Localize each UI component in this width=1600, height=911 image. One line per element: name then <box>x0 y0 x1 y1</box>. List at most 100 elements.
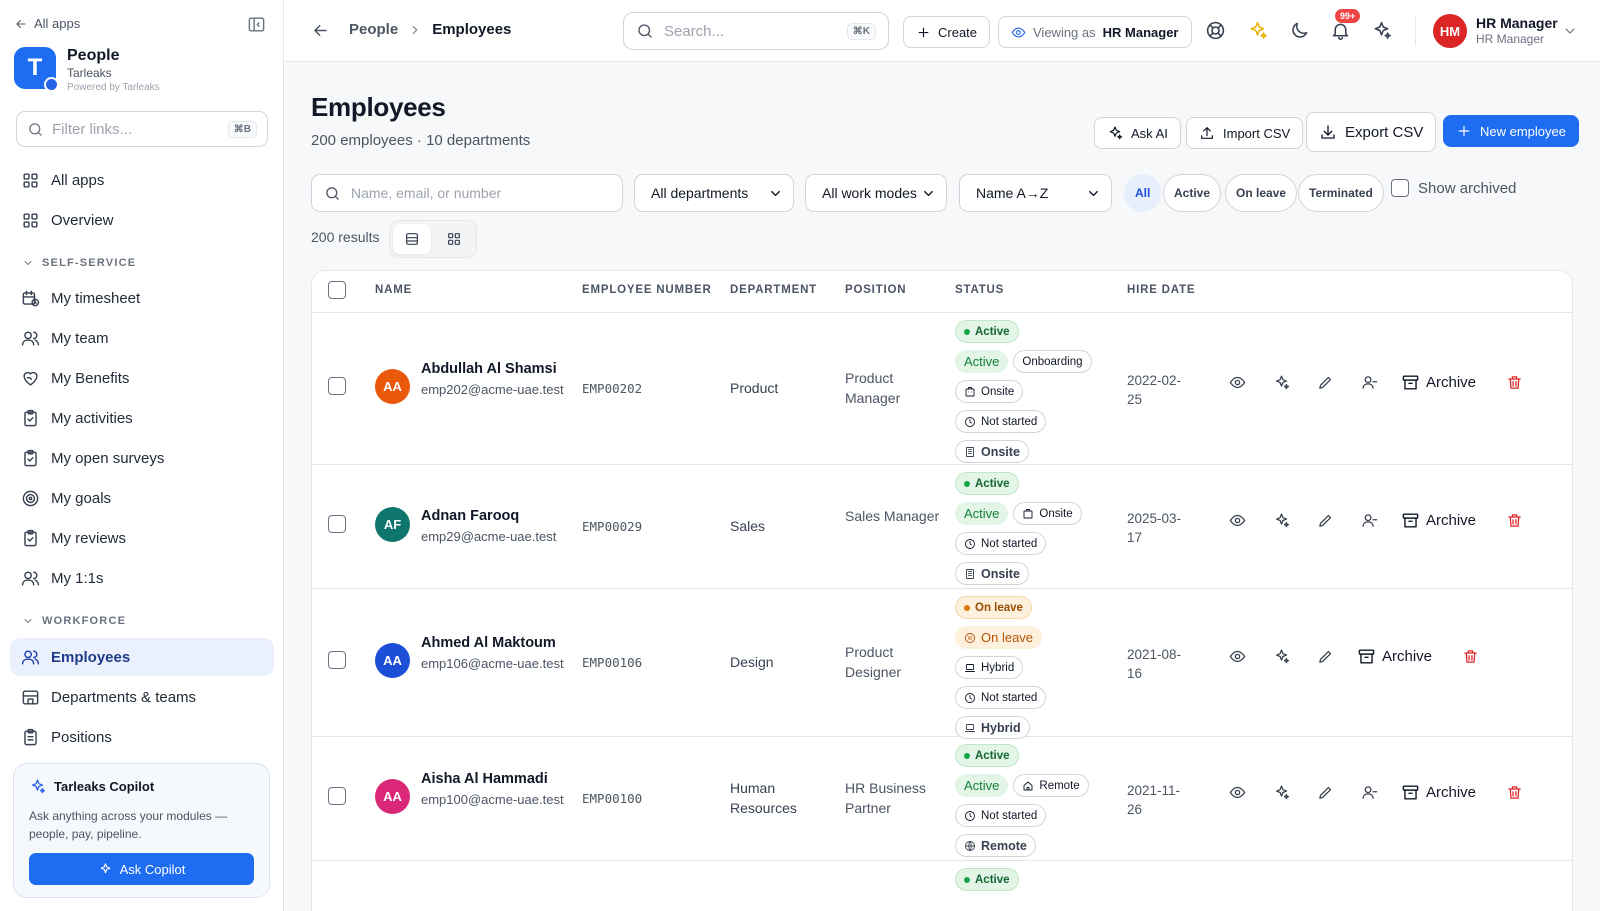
edit-button[interactable] <box>1303 374 1347 391</box>
import-csv-button[interactable]: Import CSV <box>1186 117 1304 149</box>
view-button[interactable] <box>1215 648 1259 665</box>
row-checkbox[interactable] <box>328 515 346 533</box>
table-view-button[interactable] <box>393 224 431 254</box>
create-button[interactable]: Create <box>903 16 991 48</box>
archive-button[interactable]: Archive <box>1357 647 1432 666</box>
dark-mode-toggle[interactable] <box>1289 20 1310 41</box>
work-mode-label: Onsite <box>981 385 1015 398</box>
user-menu-chevron[interactable] <box>1562 23 1578 39</box>
help-button[interactable] <box>1205 20 1226 41</box>
sidebar-item-overview[interactable]: Overview <box>10 201 274 239</box>
status-label: Active <box>975 873 1010 886</box>
delete-button[interactable] <box>1506 784 1523 801</box>
work-mode-select[interactable]: All work modes <box>805 174 947 212</box>
employee-search-input[interactable]: Name, email, or number <box>311 174 623 212</box>
sidebar-item-positions[interactable]: Positions <box>10 718 274 756</box>
header-position[interactable]: POSITION <box>845 284 906 296</box>
sidebar-item-departments-teams[interactable]: Departments & teams <box>10 678 274 716</box>
archive-button[interactable]: Archive <box>1401 783 1476 802</box>
filter-links-input[interactable]: Filter links... ⌘B <box>16 111 268 147</box>
ai-insights-button[interactable] <box>1259 648 1303 665</box>
employee-name[interactable]: Abdullah Al Shamsi <box>421 361 566 377</box>
offboard-button[interactable] <box>1347 512 1391 529</box>
offboard-button[interactable] <box>1347 374 1391 391</box>
employee-name[interactable]: Ahmed Al Maktoum <box>421 635 566 651</box>
employee-name[interactable]: Adnan Farooq <box>421 508 566 524</box>
row-actions: Archive <box>1215 373 1523 392</box>
select-all-checkbox[interactable] <box>328 281 346 299</box>
user-avatar[interactable]: HM <box>1433 14 1467 48</box>
delete-button[interactable] <box>1506 512 1523 529</box>
sidebar-item-my-timesheet[interactable]: My timesheet <box>10 279 274 317</box>
sidebar-item-all-apps[interactable]: All apps <box>10 161 274 199</box>
department-select[interactable]: All departments <box>634 174 794 212</box>
header-hire-date[interactable]: HIRE DATE <box>1127 284 1195 296</box>
collapse-sidebar-button[interactable] <box>247 15 266 34</box>
org-name: Tarleaks <box>67 66 112 80</box>
table-row[interactable]: AA Abdullah Al Shamsi emp202@acme-uae.te… <box>312 313 1572 465</box>
table-row[interactable]: AA Ahmed Al Maktoum emp106@acme-uae.test… <box>312 589 1572 739</box>
show-archived-checkbox[interactable] <box>1391 179 1409 197</box>
table-row[interactable]: Active <box>312 861 1572 911</box>
sidebar-item-employees[interactable]: Employees <box>10 638 274 676</box>
ask-ai-button[interactable]: Ask AI <box>1094 117 1181 149</box>
user-menu[interactable]: HR Manager HR Manager <box>1476 15 1558 46</box>
header-department[interactable]: DEPARTMENT <box>730 284 817 296</box>
back-button[interactable] <box>311 21 330 40</box>
table-row[interactable]: AA Aisha Al Hammadi emp100@acme-uae.test… <box>312 737 1572 861</box>
eye-icon <box>1229 650 1245 663</box>
sidebar-item-my-goals[interactable]: My goals <box>10 479 274 517</box>
employee-name[interactable]: Aisha Al Hammadi <box>421 771 566 787</box>
header-name[interactable]: NAME <box>375 284 412 296</box>
section-self-service[interactable]: SELF-SERVICE <box>22 257 136 269</box>
show-archived-toggle[interactable]: Show archived <box>1391 179 1516 197</box>
delete-button[interactable] <box>1462 648 1479 665</box>
archive-button[interactable]: Archive <box>1401 511 1476 530</box>
trash-icon <box>1508 376 1521 389</box>
view-button[interactable] <box>1215 374 1259 391</box>
ask-copilot-button[interactable]: Ask Copilot <box>29 853 254 885</box>
row-checkbox[interactable] <box>328 377 346 395</box>
sidebar-item-my-reviews[interactable]: My reviews <box>10 519 274 557</box>
edit-button[interactable] <box>1303 512 1347 529</box>
header-status[interactable]: STATUS <box>955 284 1004 296</box>
copilot-card: Tarleaks Copilot Ask anything across you… <box>13 763 270 898</box>
ai-features-button[interactable] <box>1247 20 1268 41</box>
ai-insights-button[interactable] <box>1259 784 1303 801</box>
section-workforce[interactable]: WORKFORCE <box>22 615 126 627</box>
viewing-as-button[interactable]: Viewing as HR Manager <box>998 16 1192 48</box>
edit-button[interactable] <box>1303 648 1347 665</box>
row-checkbox[interactable] <box>328 787 346 805</box>
lifebuoy-icon <box>1206 21 1225 40</box>
all-apps-link[interactable]: All apps <box>14 16 80 31</box>
grid-view-button[interactable] <box>435 224 473 254</box>
global-search-input[interactable]: Search... ⌘K <box>623 12 889 50</box>
ai-insights-button[interactable] <box>1259 512 1303 529</box>
sidebar-item-my-team[interactable]: My team <box>10 319 274 357</box>
assistant-button[interactable] <box>1371 20 1392 41</box>
sidebar-item-my-1-1s[interactable]: My 1:1s <box>10 559 274 597</box>
breadcrumb-people[interactable]: People <box>349 21 398 38</box>
status-chip-active[interactable]: Active <box>1163 174 1222 212</box>
sidebar-item-label: My open surveys <box>51 449 165 467</box>
sidebar-item-my-open-surveys[interactable]: My open surveys <box>10 439 274 477</box>
view-button[interactable] <box>1215 512 1259 529</box>
offboard-button[interactable] <box>1347 784 1391 801</box>
delete-button[interactable] <box>1506 374 1523 391</box>
status-chip-on-leave[interactable]: On leave <box>1225 174 1298 212</box>
view-button[interactable] <box>1215 784 1259 801</box>
export-csv-button[interactable]: Export CSV <box>1306 112 1437 152</box>
status-chip-terminated[interactable]: Terminated <box>1298 174 1384 212</box>
header-employee-number[interactable]: EMPLOYEE NUMBER <box>582 284 712 296</box>
archive-button[interactable]: Archive <box>1401 373 1476 392</box>
notifications-button[interactable] <box>1330 20 1351 41</box>
ai-insights-button[interactable] <box>1259 374 1303 391</box>
sidebar-item-my-benefits[interactable]: My Benefits <box>10 359 274 397</box>
sort-select[interactable]: Name A→Z <box>959 174 1112 212</box>
status-chip-all[interactable]: All <box>1124 174 1162 212</box>
row-checkbox[interactable] <box>328 651 346 669</box>
edit-button[interactable] <box>1303 784 1347 801</box>
new-employee-button[interactable]: New employee <box>1443 115 1579 147</box>
table-row[interactable]: AF Adnan Farooq emp29@acme-uae.test EMP0… <box>312 465 1572 589</box>
sidebar-item-my-activities[interactable]: My activities <box>10 399 274 437</box>
